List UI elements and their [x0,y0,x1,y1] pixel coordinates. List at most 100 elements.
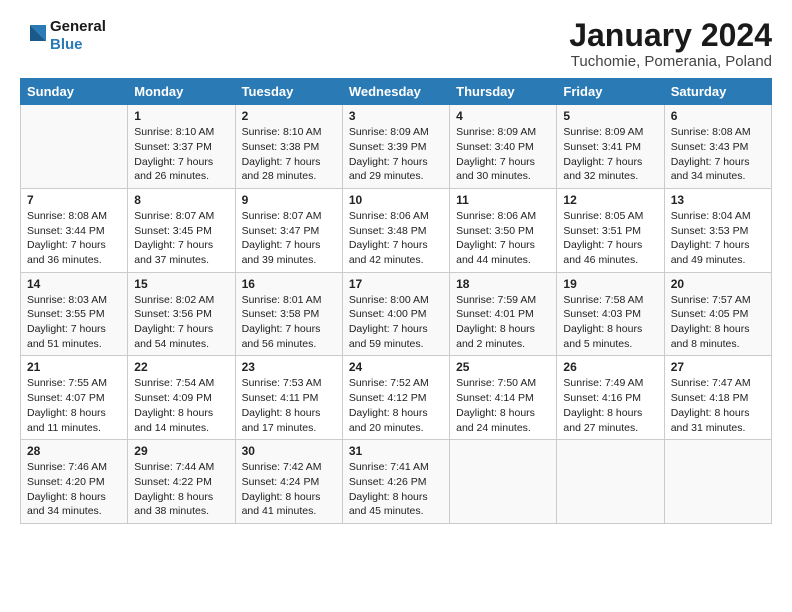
col-saturday: Saturday [664,79,771,105]
cell-w1-d1: 8 Sunrise: 8:07 AM Sunset: 3:45 PM Daylig… [128,188,235,272]
cell-w3-d0: 21 Sunrise: 7:55 AM Sunset: 4:07 PM Dayli… [21,356,128,440]
cell-w1-d4: 11 Sunrise: 8:06 AM Sunset: 3:50 PM Dayli… [450,188,557,272]
cell-info: Sunrise: 8:07 AM Sunset: 3:45 PM Dayligh… [134,209,228,268]
cell-info: Sunrise: 8:00 AM Sunset: 4:00 PM Dayligh… [349,293,443,352]
day-number: 17 [349,277,443,291]
day-number: 13 [671,193,765,207]
cell-w0-d2: 2 Sunrise: 8:10 AM Sunset: 3:38 PM Daylig… [235,105,342,189]
cell-info: Sunrise: 7:46 AM Sunset: 4:20 PM Dayligh… [27,460,121,519]
calendar-body: 1Sunrise: 8:10 AM Sunset: 3:37 PM Daylig… [21,105,772,524]
day-number: 6 [671,109,765,123]
day-number: 3 [349,109,443,123]
week-row-0: 1Sunrise: 8:10 AM Sunset: 3:37 PM Daylig… [21,105,772,189]
cell-info: Sunrise: 7:44 AM Sunset: 4:22 PM Dayligh… [134,460,228,519]
day-number: 20 [671,277,765,291]
day-number: 16 [242,277,336,291]
day-number: 30 [242,444,336,458]
cell-info: Sunrise: 7:54 AM Sunset: 4:09 PM Dayligh… [134,376,228,435]
day-number: 9 [242,193,336,207]
cell-w2-d6: 20 Sunrise: 7:57 AM Sunset: 4:05 PM Dayli… [664,272,771,356]
cell-info: Sunrise: 8:09 AM Sunset: 3:41 PM Dayligh… [563,125,657,184]
cell-info: Sunrise: 8:01 AM Sunset: 3:58 PM Dayligh… [242,293,336,352]
cell-w4-d2: 30 Sunrise: 7:42 AM Sunset: 4:24 PM Dayli… [235,440,342,524]
cell-info: Sunrise: 7:49 AM Sunset: 4:16 PM Dayligh… [563,376,657,435]
day-number: 31 [349,444,443,458]
cell-w3-d4: 25Sunrise: 7:50 AM Sunset: 4:14 PM Dayli… [450,356,557,440]
cell-w2-d3: 17 Sunrise: 8:00 AM Sunset: 4:00 PM Dayli… [342,272,449,356]
header: General Blue January 2024 Tuchomie, Pome… [20,18,772,70]
cell-info: Sunrise: 8:06 AM Sunset: 3:50 PM Dayligh… [456,209,550,268]
week-row-2: 14Sunrise: 8:03 AM Sunset: 3:55 PM Dayli… [21,272,772,356]
cell-info: Sunrise: 7:55 AM Sunset: 4:07 PM Dayligh… [27,376,121,435]
day-number: 21 [27,360,121,374]
header-row: Sunday Monday Tuesday Wednesday Thursday… [21,79,772,105]
logo-text: General Blue [50,18,106,54]
col-tuesday: Tuesday [235,79,342,105]
cell-info: Sunrise: 7:52 AM Sunset: 4:12 PM Dayligh… [349,376,443,435]
cell-w4-d6 [664,440,771,524]
cell-info: Sunrise: 8:07 AM Sunset: 3:47 PM Dayligh… [242,209,336,268]
cell-info: Sunrise: 8:04 AM Sunset: 3:53 PM Dayligh… [671,209,765,268]
cell-w2-d0: 14Sunrise: 8:03 AM Sunset: 3:55 PM Dayli… [21,272,128,356]
cell-w0-d0 [21,105,128,189]
col-monday: Monday [128,79,235,105]
cell-info: Sunrise: 8:09 AM Sunset: 3:40 PM Dayligh… [456,125,550,184]
logo: General Blue [20,18,106,54]
cell-w2-d5: 19Sunrise: 7:58 AM Sunset: 4:03 PM Dayli… [557,272,664,356]
day-number: 23 [242,360,336,374]
week-row-4: 28 Sunrise: 7:46 AM Sunset: 4:20 PM Dayli… [21,440,772,524]
cell-w4-d5 [557,440,664,524]
cell-w0-d3: 3 Sunrise: 8:09 AM Sunset: 3:39 PM Daylig… [342,105,449,189]
day-number: 10 [349,193,443,207]
cell-w2-d4: 18Sunrise: 7:59 AM Sunset: 4:01 PM Dayli… [450,272,557,356]
cell-w0-d1: 1Sunrise: 8:10 AM Sunset: 3:37 PM Daylig… [128,105,235,189]
day-number: 12 [563,193,657,207]
cell-info: Sunrise: 7:42 AM Sunset: 4:24 PM Dayligh… [242,460,336,519]
day-number: 22 [134,360,228,374]
day-number: 29 [134,444,228,458]
cell-info: Sunrise: 8:05 AM Sunset: 3:51 PM Dayligh… [563,209,657,268]
page: General Blue January 2024 Tuchomie, Pome… [0,0,792,612]
cell-info: Sunrise: 7:58 AM Sunset: 4:03 PM Dayligh… [563,293,657,352]
cell-info: Sunrise: 7:59 AM Sunset: 4:01 PM Dayligh… [456,293,550,352]
cell-w1-d0: 7Sunrise: 8:08 AM Sunset: 3:44 PM Daylig… [21,188,128,272]
day-number: 26 [563,360,657,374]
logo-icon [20,21,48,49]
day-number: 24 [349,360,443,374]
cell-info: Sunrise: 8:08 AM Sunset: 3:44 PM Dayligh… [27,209,121,268]
week-row-3: 21 Sunrise: 7:55 AM Sunset: 4:07 PM Dayli… [21,356,772,440]
day-number: 2 [242,109,336,123]
cell-w3-d3: 24 Sunrise: 7:52 AM Sunset: 4:12 PM Dayli… [342,356,449,440]
cell-w0-d4: 4 Sunrise: 8:09 AM Sunset: 3:40 PM Daylig… [450,105,557,189]
cell-info: Sunrise: 8:06 AM Sunset: 3:48 PM Dayligh… [349,209,443,268]
day-number: 1 [134,109,228,123]
cell-w1-d6: 13 Sunrise: 8:04 AM Sunset: 3:53 PM Dayli… [664,188,771,272]
cell-w4-d0: 28 Sunrise: 7:46 AM Sunset: 4:20 PM Dayli… [21,440,128,524]
cell-info: Sunrise: 8:08 AM Sunset: 3:43 PM Dayligh… [671,125,765,184]
cell-info: Sunrise: 7:57 AM Sunset: 4:05 PM Dayligh… [671,293,765,352]
cell-w2-d1: 15Sunrise: 8:02 AM Sunset: 3:56 PM Dayli… [128,272,235,356]
day-number: 27 [671,360,765,374]
day-number: 11 [456,193,550,207]
day-number: 14 [27,277,121,291]
main-title: January 2024 [569,18,772,53]
cell-w4-d3: 31 Sunrise: 7:41 AM Sunset: 4:26 PM Dayli… [342,440,449,524]
day-number: 28 [27,444,121,458]
week-row-1: 7Sunrise: 8:08 AM Sunset: 3:44 PM Daylig… [21,188,772,272]
subtitle: Tuchomie, Pomerania, Poland [569,53,772,70]
cell-info: Sunrise: 8:10 AM Sunset: 3:38 PM Dayligh… [242,125,336,184]
cell-info: Sunrise: 7:47 AM Sunset: 4:18 PM Dayligh… [671,376,765,435]
cell-w0-d6: 6 Sunrise: 8:08 AM Sunset: 3:43 PM Daylig… [664,105,771,189]
cell-w3-d6: 27 Sunrise: 7:47 AM Sunset: 4:18 PM Dayli… [664,356,771,440]
cell-info: Sunrise: 7:53 AM Sunset: 4:11 PM Dayligh… [242,376,336,435]
cell-w0-d5: 5 Sunrise: 8:09 AM Sunset: 3:41 PM Daylig… [557,105,664,189]
day-number: 8 [134,193,228,207]
cell-info: Sunrise: 7:50 AM Sunset: 4:14 PM Dayligh… [456,376,550,435]
cell-w3-d5: 26 Sunrise: 7:49 AM Sunset: 4:16 PM Dayli… [557,356,664,440]
day-number: 5 [563,109,657,123]
day-number: 4 [456,109,550,123]
cell-info: Sunrise: 8:09 AM Sunset: 3:39 PM Dayligh… [349,125,443,184]
title-block: January 2024 Tuchomie, Pomerania, Poland [569,18,772,70]
cell-info: Sunrise: 7:41 AM Sunset: 4:26 PM Dayligh… [349,460,443,519]
col-wednesday: Wednesday [342,79,449,105]
